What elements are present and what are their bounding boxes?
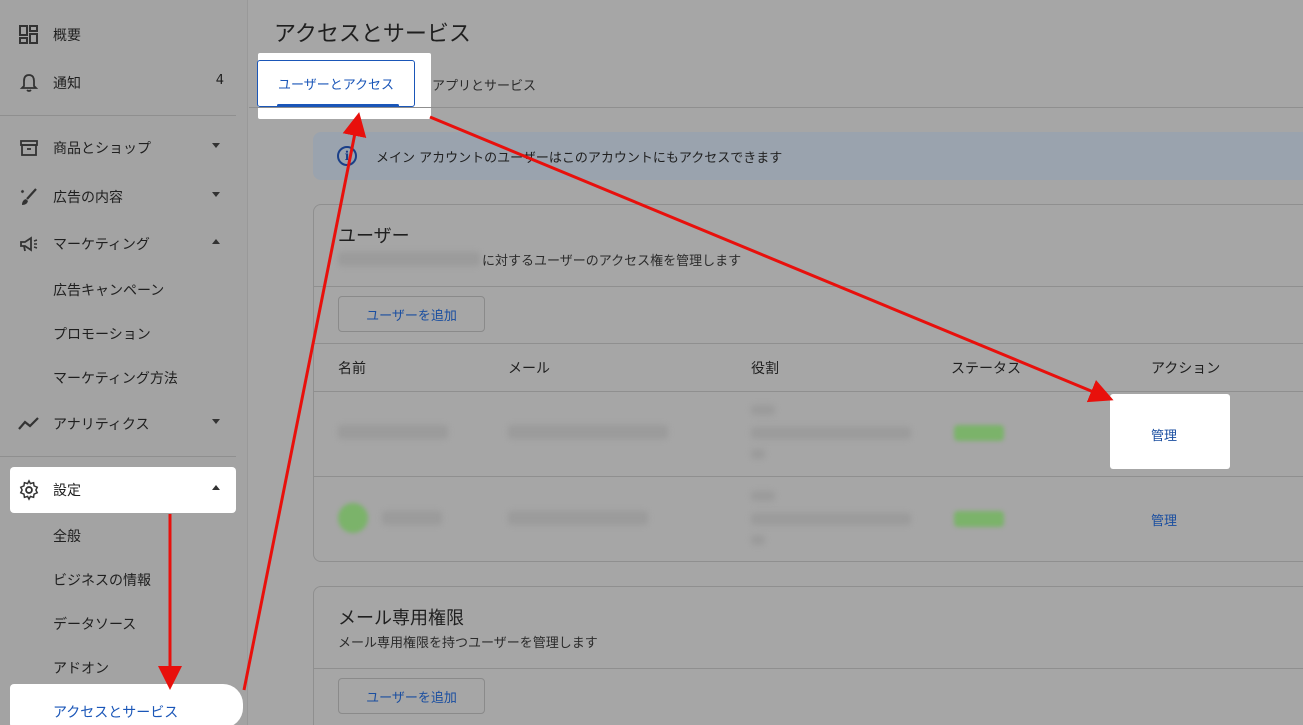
main-content: アクセスとサービス ユーザーとアクセス アプリとサービス i メイン アカウント… (249, 0, 1303, 725)
page-title: アクセスとサービス (274, 22, 471, 47)
redacted-role (751, 491, 775, 501)
sidebar: 概要 通知 4 商品とショップ 広告の内容 マーケティング 広告キャンペーン プ… (0, 0, 248, 725)
email-card-title: メール専用権限 (338, 608, 464, 629)
nav-sub-general[interactable]: 全般 (0, 515, 236, 555)
nav-overview[interactable]: 概要 (0, 12, 236, 56)
redacted-role (751, 513, 911, 525)
chevron-down-icon (212, 419, 220, 424)
nav-sub-label: データソース (53, 617, 137, 633)
nav-analytics[interactable]: アナリティクス (0, 401, 236, 445)
notification-count: 4 (215, 73, 224, 88)
divider (0, 456, 236, 457)
status-badge (954, 425, 1004, 441)
card-divider (314, 476, 1303, 477)
add-user-button[interactable]: ユーザーを追加 (338, 296, 485, 332)
column-header-action: アクション (1151, 361, 1221, 377)
status-badge (954, 511, 1004, 527)
redacted-account-name (338, 252, 480, 266)
nav-sub-label: マーケティング方法 (53, 371, 178, 387)
redacted-email (508, 511, 648, 525)
brush-icon (18, 186, 40, 208)
card-divider (314, 343, 1303, 344)
nav-sub-addons[interactable]: アドオン (0, 647, 236, 687)
column-header-name: 名前 (338, 361, 366, 377)
avatar (338, 503, 368, 533)
users-card: ユーザー に対するユーザーのアクセス権を管理します ユーザーを追加 名前 メール… (313, 204, 1303, 562)
card-divider (314, 391, 1303, 392)
users-card-title: ユーザー (338, 226, 410, 247)
card-divider (314, 286, 1303, 287)
tabs-divider (249, 107, 1303, 108)
nav-sub-business-info[interactable]: ビジネスの情報 (0, 559, 236, 599)
nav-label: 通知 (53, 76, 81, 92)
column-header-status: ステータス (951, 361, 1021, 377)
nav-sub-data-sources[interactable]: データソース (0, 603, 236, 643)
tab-apps-services[interactable]: アプリとサービス (432, 75, 536, 94)
bell-icon (18, 72, 40, 94)
chevron-down-icon (212, 192, 220, 197)
nav-products-shop[interactable]: 商品とショップ (0, 125, 236, 169)
nav-sub-label: 全般 (53, 529, 81, 545)
nav-marketing[interactable]: マーケティング (0, 221, 236, 265)
nav-label: アナリティクス (53, 417, 150, 433)
tab-users-access[interactable]: ユーザーとアクセス (257, 60, 415, 107)
nav-settings[interactable]: 設定 (10, 467, 236, 513)
manage-link[interactable]: 管理 (1151, 425, 1177, 444)
email-card-subtitle: メール専用権限を持つユーザーを管理します (338, 636, 598, 651)
chevron-up-icon (212, 485, 220, 490)
nav-sub-ad-campaigns[interactable]: 広告キャンペーン (0, 269, 236, 309)
nav-sub-access-services[interactable]: アクセスとサービス (10, 684, 243, 725)
nav-sub-promotions[interactable]: プロモーション (0, 313, 236, 353)
nav-sub-label: アクセスとサービス (53, 705, 179, 721)
column-header-role: 役割 (751, 361, 779, 377)
trend-icon (18, 413, 40, 435)
redacted-role (751, 449, 765, 459)
redacted-user-name (382, 511, 442, 525)
nav-label: 設定 (53, 483, 81, 499)
nav-label: マーケティング (53, 237, 150, 253)
redacted-role (751, 535, 765, 545)
nav-sub-label: 広告キャンペーン (53, 283, 165, 299)
nav-sub-label: ビジネスの情報 (53, 573, 151, 589)
manage-link[interactable]: 管理 (1151, 510, 1177, 529)
nav-sub-label: アドオン (53, 661, 109, 677)
redacted-role (751, 405, 775, 415)
nav-notifications[interactable]: 通知 4 (0, 60, 236, 104)
nav-sub-marketing-methods[interactable]: マーケティング方法 (0, 357, 236, 397)
redacted-email (508, 425, 668, 439)
nav-sub-label: プロモーション (53, 327, 151, 343)
chevron-up-icon (212, 239, 220, 244)
divider (0, 115, 236, 116)
manage-highlight: 管理 (1110, 394, 1230, 469)
users-card-subtitle: に対するユーザーのアクセス権を管理します (482, 254, 742, 269)
megaphone-icon (18, 233, 40, 255)
dashboard-icon (18, 24, 40, 46)
gear-icon (18, 479, 40, 501)
chevron-down-icon (212, 143, 220, 148)
nav-ad-content[interactable]: 広告の内容 (0, 174, 236, 218)
add-email-user-button[interactable]: ユーザーを追加 (338, 678, 485, 714)
redacted-role (751, 427, 911, 439)
store-icon (18, 137, 40, 159)
column-header-email: メール (508, 361, 550, 377)
redacted-user-name (338, 425, 448, 439)
info-icon: i (337, 146, 357, 166)
card-divider (314, 668, 1303, 669)
nav-label: 広告の内容 (53, 190, 123, 206)
info-banner: i メイン アカウントのユーザーはこのアカウントにもアクセスできます (313, 132, 1303, 180)
nav-label: 概要 (53, 28, 81, 44)
email-permissions-card: メール専用権限 メール専用権限を持つユーザーを管理します ユーザーを追加 (313, 586, 1303, 725)
info-banner-text: メイン アカウントのユーザーはこのアカウントにもアクセスできます (376, 151, 783, 166)
nav-label: 商品とショップ (53, 141, 151, 157)
